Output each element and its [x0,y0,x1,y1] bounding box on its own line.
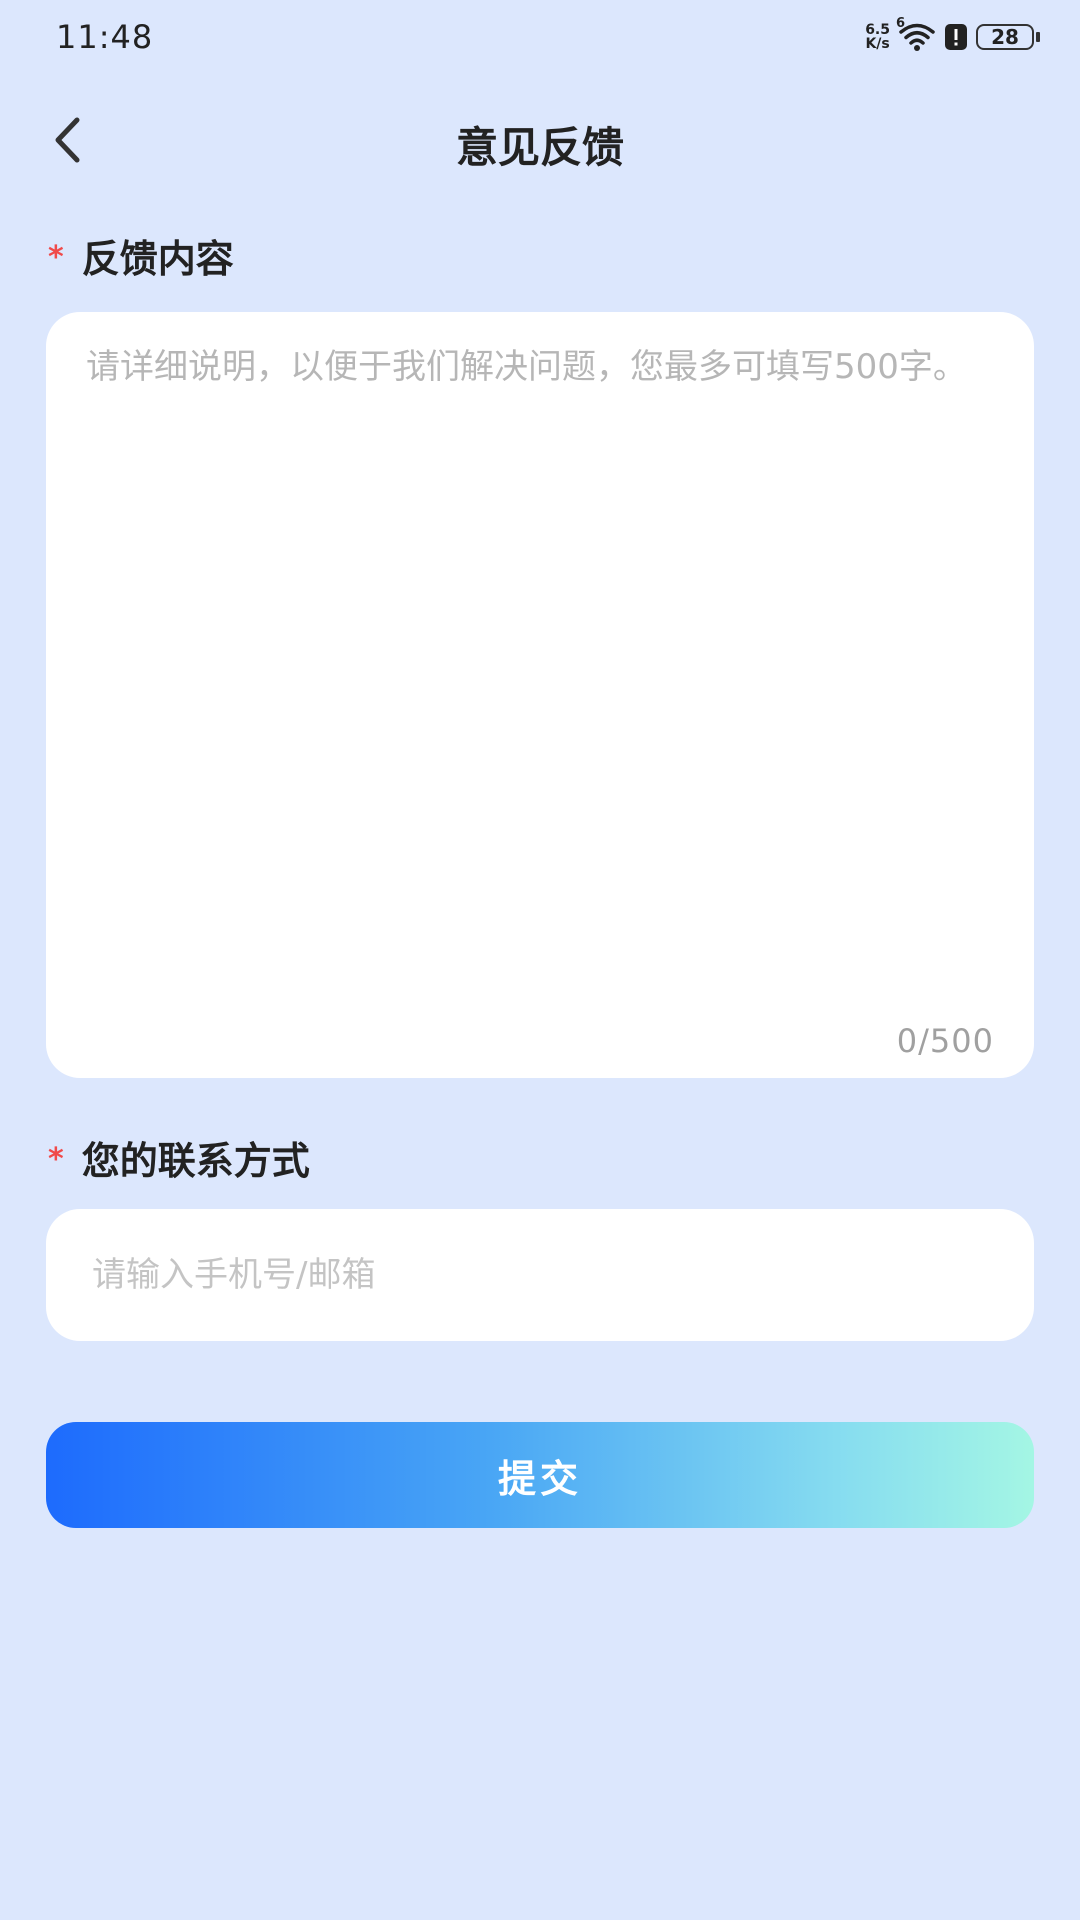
battery-icon: 28 [976,24,1034,50]
feedback-label: * 反馈内容 [48,228,234,283]
network-speed-unit: K/s [865,36,890,52]
battery-level: 28 [991,25,1019,49]
required-mark: * [48,240,64,275]
status-time: 11:48 [56,18,154,56]
feedback-box: 0/500 [46,312,1034,1078]
contact-label: * 您的联系方式 [48,1130,310,1185]
page-title: 意见反馈 [455,123,624,172]
status-bar: 11:48 6.5 K/s 6 28 [0,0,1080,72]
contact-label-text: 您的联系方式 [81,1139,310,1183]
feedback-label-text: 反馈内容 [81,237,234,281]
battery-tip [1036,32,1040,42]
feedback-textarea[interactable] [86,340,994,1000]
alert-icon [944,23,968,51]
wifi-badge: 6 [896,16,906,31]
network-speed-value: 6.5 [865,22,890,38]
char-counter: 0/500 [896,1022,994,1060]
wifi-icon: 6 [896,16,936,52]
required-mark: * [48,1142,64,1177]
network-speed: 6.5 K/s [865,23,890,51]
submit-button[interactable]: 提交 [46,1422,1034,1528]
nav-bar: 意见反馈 [0,100,1080,180]
status-icons: 6.5 K/s 6 28 [865,16,1040,54]
feedback-screen: 11:48 6.5 K/s 6 28 意见反馈 * 反馈内容 请详细说明，以便于… [0,0,1080,1920]
contact-box [46,1209,1034,1341]
contact-input[interactable] [92,1209,992,1341]
